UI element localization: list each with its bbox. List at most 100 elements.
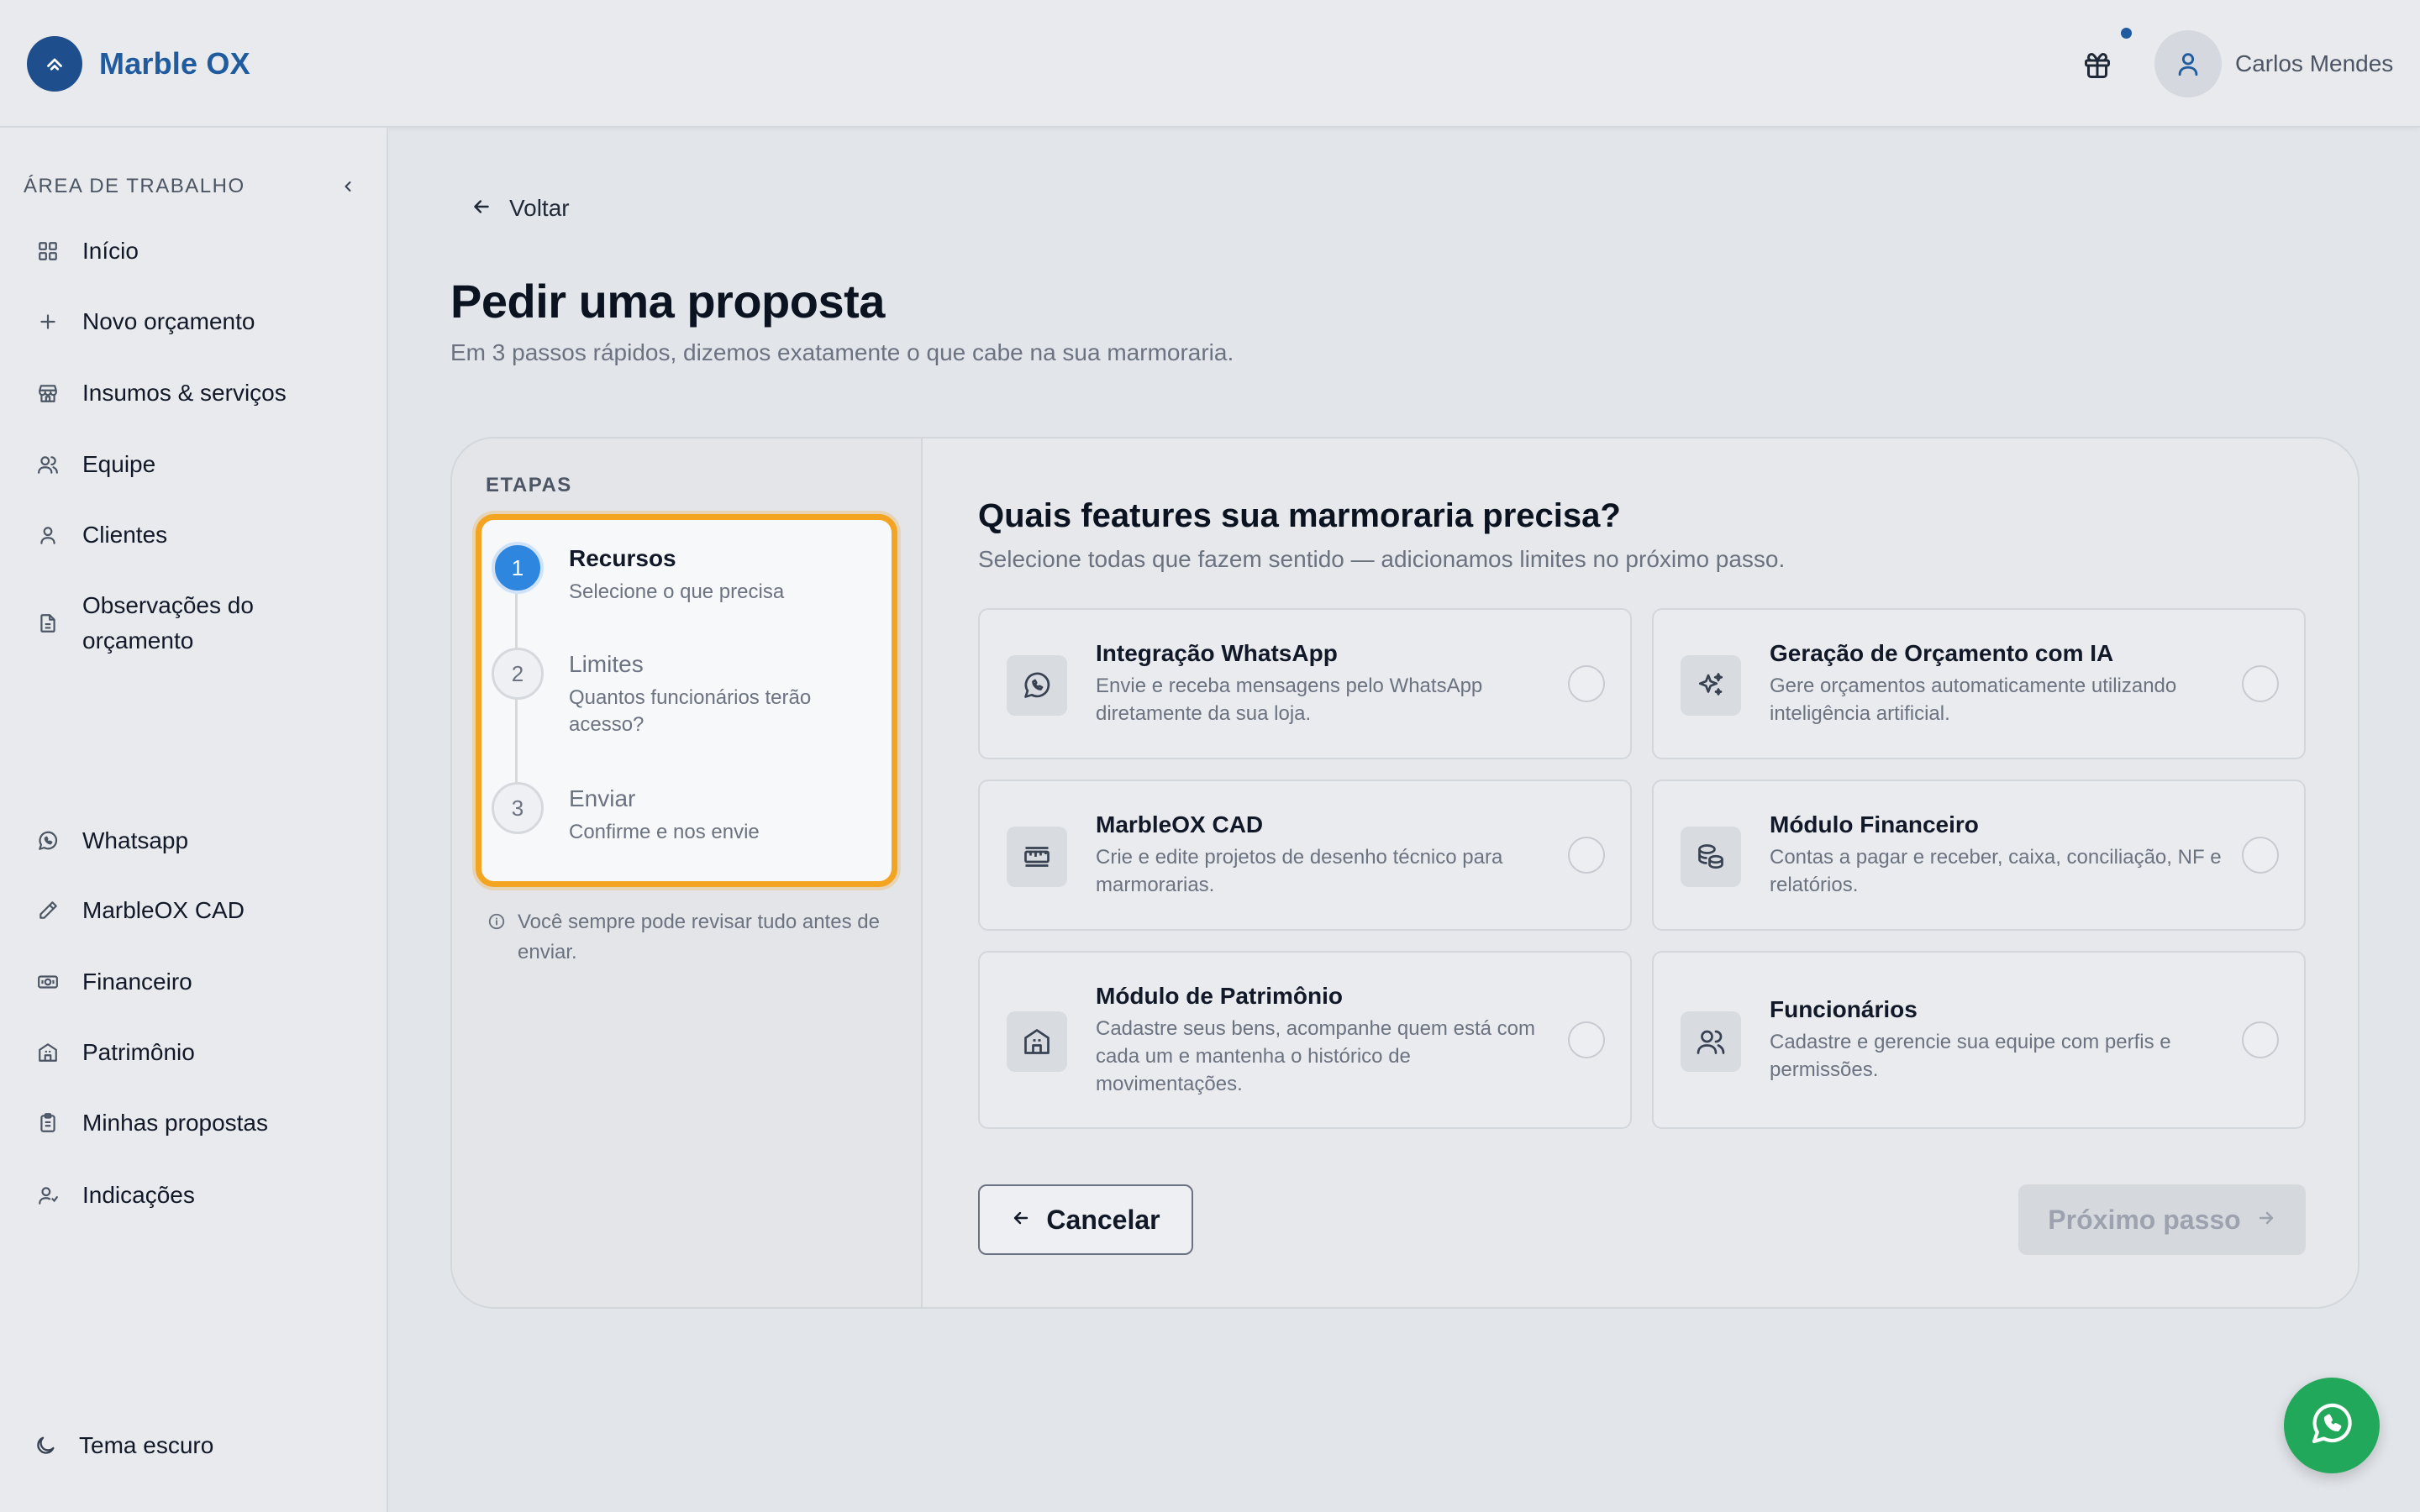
- sidebar-item-label: Novo orçamento: [82, 308, 255, 334]
- arrow-right-icon: [2256, 1208, 2276, 1232]
- feature-desc: Envie e receba mensagens pelo WhatsApp d…: [1096, 675, 1483, 725]
- feature-card-patrimonio[interactable]: Módulo de Patrimônio Cadastre seus bens,…: [978, 951, 1632, 1129]
- building-icon: [1007, 1011, 1067, 1072]
- whatsapp-icon: [24, 823, 74, 858]
- theme-toggle[interactable]: Tema escuro: [24, 1428, 213, 1463]
- sidebar-item-label: Indicações: [82, 1182, 195, 1208]
- theme-toggle-label: Tema escuro: [79, 1432, 214, 1458]
- sidebar-item-observacoes[interactable]: Observações do orçamento: [24, 588, 368, 659]
- back-link[interactable]: Voltar: [471, 195, 570, 222]
- clipboard-icon: [24, 1105, 74, 1141]
- sidebar-item-label: Financeiro: [82, 969, 192, 995]
- plus-icon: [24, 304, 74, 339]
- feature-card-ia[interactable]: Geração de Orçamento com IA Gere orçamen…: [1652, 608, 2306, 759]
- sidebar-item-marbleox-cad[interactable]: MarbleOX CAD: [24, 893, 368, 928]
- next-step-label: Próximo passo: [2048, 1204, 2241, 1235]
- gift-icon[interactable]: [2075, 44, 2119, 87]
- page-title: Pedir uma proposta: [450, 275, 885, 328]
- user-icon: [24, 517, 74, 553]
- sidebar-item-minhas-propostas[interactable]: Minhas propostas: [24, 1105, 368, 1141]
- sidebar: ÁREA DE TRABALHO Início Novo orçamento I…: [0, 128, 388, 1512]
- step-limites[interactable]: 2 Limites Quantos funcionários terão ace…: [492, 648, 838, 738]
- whatsapp-icon: [1007, 655, 1067, 716]
- money-icon: [24, 964, 74, 1000]
- sidebar-item-label: Observações do orçamento: [82, 592, 254, 654]
- coins-icon: [1681, 827, 1741, 887]
- cancel-button[interactable]: Cancelar: [978, 1184, 1193, 1255]
- sidebar-item-label: Patrimônio: [82, 1039, 195, 1065]
- chevron-left-icon[interactable]: [336, 175, 360, 198]
- sparkles-icon: [1681, 655, 1741, 716]
- sidebar-item-whatsapp[interactable]: Whatsapp: [24, 823, 368, 858]
- sidebar-item-label: Insumos & serviços: [82, 380, 287, 406]
- sidebar-item-patrimonio[interactable]: Patrimônio: [24, 1035, 368, 1070]
- sidebar-item-novo-orcamento[interactable]: Novo orçamento: [24, 304, 368, 339]
- sidebar-item-label: Clientes: [82, 522, 168, 548]
- users-icon: [1681, 1011, 1741, 1072]
- sidebar-item-inicio[interactable]: Início: [24, 234, 368, 269]
- feature-radio[interactable]: [2242, 665, 2279, 702]
- step-desc: Quantos funcionários terão acesso?: [569, 686, 812, 736]
- user-name: Carlos Mendes: [2235, 50, 2394, 76]
- building-icon: [24, 1035, 74, 1070]
- steps-list: 1 Recursos Selecione o que precisa 2 Lim…: [476, 514, 897, 887]
- feature-title: Funcionários: [1770, 996, 1918, 1022]
- feature-title: Geração de Orçamento com IA: [1770, 640, 2114, 666]
- features-panel: Quais features sua marmoraria precisa? S…: [978, 438, 2306, 1307]
- brand[interactable]: Marble OX: [27, 36, 250, 92]
- feature-desc: Cadastre seus bens, acompanhe quem está …: [1096, 1017, 1535, 1095]
- features-title: Quais features sua marmoraria precisa?: [978, 497, 1621, 534]
- top-header: Marble OX Carlos Mendes: [0, 0, 2420, 128]
- arrow-left-icon: [1011, 1208, 1031, 1232]
- feature-radio[interactable]: [1568, 837, 1605, 874]
- proposal-wizard: ETAPAS 1 Recursos Selecione o que precis…: [450, 437, 2360, 1309]
- sidebar-item-indicacoes[interactable]: Indicações: [24, 1178, 368, 1213]
- back-label: Voltar: [509, 195, 570, 221]
- step-title: Enviar: [569, 785, 636, 811]
- feature-title: Módulo de Patrimônio: [1096, 983, 1343, 1009]
- next-step-button[interactable]: Próximo passo: [2018, 1184, 2306, 1255]
- sidebar-item-financeiro[interactable]: Financeiro: [24, 964, 368, 1000]
- brand-name: Marble OX: [99, 46, 250, 81]
- feature-desc: Gere orçamentos automaticamente utilizan…: [1770, 675, 2177, 725]
- cancel-label: Cancelar: [1046, 1204, 1160, 1235]
- step-enviar[interactable]: 3 Enviar Confirme e nos envie: [492, 782, 838, 846]
- feature-card-whatsapp[interactable]: Integração WhatsApp Envie e receba mensa…: [978, 608, 1632, 759]
- feature-desc: Crie e edite projetos de desenho técnico…: [1096, 846, 1503, 896]
- step-recursos[interactable]: 1 Recursos Selecione o que precisa: [492, 542, 838, 606]
- brand-logo-icon: [27, 36, 82, 92]
- feature-card-funcionarios[interactable]: Funcionários Cadastre e gerencie sua equ…: [1652, 951, 2306, 1129]
- ruler-icon: [1007, 827, 1067, 887]
- grid-icon: [24, 234, 74, 269]
- whatsapp-fab-button[interactable]: [2284, 1378, 2380, 1473]
- document-icon: [24, 588, 74, 659]
- feature-card-financeiro[interactable]: Módulo Financeiro Contas a pagar e receb…: [1652, 780, 2306, 931]
- feature-title: Módulo Financeiro: [1770, 811, 1979, 837]
- sidebar-item-clientes[interactable]: Clientes: [24, 517, 368, 553]
- sidebar-item-insumos[interactable]: Insumos & serviços: [24, 375, 368, 411]
- feature-desc: Cadastre e gerencie sua equipe com perfi…: [1770, 1031, 2171, 1081]
- steps-heading: ETAPAS: [486, 474, 572, 496]
- sidebar-item-label: Equipe: [82, 451, 156, 477]
- sidebar-item-label: Início: [82, 238, 139, 264]
- notification-dot: [2121, 28, 2132, 39]
- steps-panel: ETAPAS 1 Recursos Selecione o que precis…: [452, 438, 923, 1307]
- sidebar-section-title: ÁREA DE TRABALHO: [24, 175, 245, 197]
- step-desc: Selecione o que precisa: [569, 580, 785, 603]
- sidebar-item-label: Whatsapp: [82, 827, 189, 853]
- feature-title: MarbleOX CAD: [1096, 811, 1264, 837]
- step-number: 3: [492, 782, 544, 834]
- arrow-left-icon: [471, 196, 492, 222]
- sidebar-item-label: MarbleOX CAD: [82, 897, 245, 923]
- feature-radio[interactable]: [1568, 1021, 1605, 1058]
- feature-radio[interactable]: [1568, 665, 1605, 702]
- user-menu[interactable]: Carlos Mendes: [2154, 30, 2393, 97]
- feature-radio[interactable]: [2242, 837, 2279, 874]
- features-subtitle: Selecione todas que fazem sentido — adic…: [978, 546, 1786, 572]
- feature-radio[interactable]: [2242, 1021, 2279, 1058]
- feature-card-cad[interactable]: MarbleOX CAD Crie e edite projetos de de…: [978, 780, 1632, 931]
- step-desc: Confirme e nos envie: [569, 821, 760, 843]
- pencil-icon: [24, 893, 74, 928]
- sidebar-item-equipe[interactable]: Equipe: [24, 447, 368, 482]
- feature-title: Integração WhatsApp: [1096, 640, 1338, 666]
